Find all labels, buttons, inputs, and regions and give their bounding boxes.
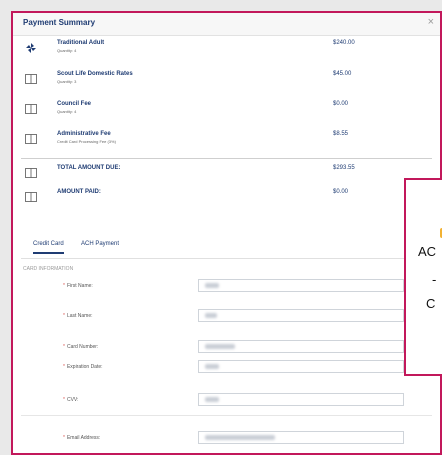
last-name-label: * Last Name: [63,313,93,319]
item-quantity: Quantity: 4 [57,109,77,114]
item-name: Scout Life Domestic Rates [57,71,133,77]
book-icon [25,133,37,145]
modal-header: Payment Summary × [13,13,440,36]
divider [21,158,432,159]
email-address-input[interactable] [198,431,404,444]
payment-summary-modal: Payment Summary × Traditional Adult Quan… [11,11,442,455]
total-label: TOTAL AMOUNT DUE: [57,165,121,171]
item-quantity: Quantity: 3 [57,79,77,84]
amount-paid-value: $0.00 [333,189,349,195]
last-name-input[interactable] [198,309,404,322]
line-item: Council Fee Quantity: 4 $0.00 [13,101,440,125]
item-name: Administrative Fee [57,131,111,137]
cvv-input[interactable] [198,393,404,406]
book-icon [25,103,37,115]
amount-paid-label: AMOUNT PAID: [57,189,101,195]
total-amount: $293.55 [333,165,355,171]
item-fee-note: Credit Card Processing Fee (3%) [57,139,116,144]
line-item: Administrative Fee Credit Card Processin… [13,131,440,155]
card-information-heading: CARD INFORMATION [23,266,74,272]
cvv-label: * CVV: [63,397,79,403]
item-amount: $45.00 [333,71,352,77]
item-name: Council Fee [57,101,92,107]
book-icon [25,191,37,203]
overlay-popup: AC - C [404,178,442,376]
close-icon[interactable]: × [428,16,434,28]
line-item: Scout Life Domestic Rates Quantity: 3 $4… [13,71,440,95]
expiration-date-label: * Expiration Date: [63,364,103,370]
tab-ach-payment[interactable]: ACH Payment [81,241,119,247]
popup-text: - [432,272,437,287]
payment-method-tabs: Credit Card ACH Payment [13,241,440,259]
book-icon [25,73,37,85]
amount-paid-row: AMOUNT PAID: $0.00 [13,189,440,213]
pinwheel-icon [25,42,37,54]
total-due-row: TOTAL AMOUNT DUE: $293.55 [13,165,440,189]
tab-credit-card[interactable]: Credit Card [33,241,64,254]
line-item: Traditional Adult Quantity: 4 $240.00 [13,40,440,64]
tab-underline [21,258,432,259]
item-quantity: Quantity: 4 [57,48,77,53]
card-number-input[interactable] [198,340,404,353]
item-amount: $240.00 [333,40,355,46]
modal-title: Payment Summary [23,18,96,27]
card-number-label: * Card Number: [63,344,99,350]
item-name: Traditional Adult [57,40,105,46]
first-name-label: * First Name: [63,283,93,289]
book-icon [25,167,37,179]
divider [21,415,432,416]
item-amount: $8.55 [333,131,349,137]
popup-text: C [426,296,436,311]
first-name-input[interactable] [198,279,404,292]
email-address-label: * Email Address: [63,435,101,441]
item-amount: $0.00 [333,101,349,107]
expiration-date-input[interactable] [198,360,404,373]
popup-text: AC [418,244,437,259]
